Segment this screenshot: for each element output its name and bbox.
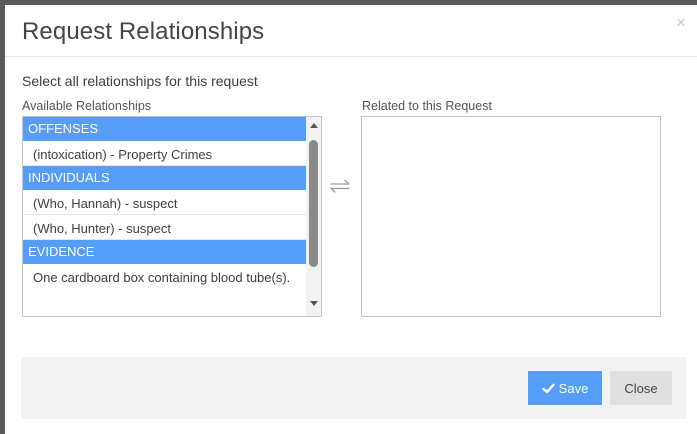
list-item[interactable]: (Who, Hunter) - suspect [23, 215, 306, 240]
left-right-arrows-icon [330, 179, 350, 193]
related-to-request-label: Related to this Request [362, 99, 492, 113]
list-item[interactable]: (Who, Hannah) - suspect [23, 190, 306, 215]
dialog-title: Request Relationships [22, 18, 265, 45]
request-relationships-dialog: Request Relationships × Select all relat… [5, 5, 697, 434]
group-header-individuals: INDIVIDUALS [23, 166, 306, 190]
scroll-up-arrow-icon[interactable] [310, 123, 318, 128]
related-to-request-list[interactable] [361, 116, 661, 317]
instruction-text: Select all relationships for this reques… [22, 73, 258, 89]
dialog-footer: Save Close [21, 357, 686, 419]
close-button[interactable]: Close [610, 371, 672, 405]
scroll-down-arrow-icon[interactable] [310, 301, 318, 306]
save-button-label: Save [558, 380, 589, 396]
group-header-offenses: OFFENSES [23, 117, 306, 141]
list-scrollbar[interactable] [306, 117, 321, 316]
checkmark-icon [541, 383, 555, 393]
group-header-evidence: EVIDENCE [23, 240, 306, 264]
available-relationships-label: Available Relationships [22, 99, 152, 113]
scrollbar-thumb[interactable] [309, 140, 318, 267]
list-item[interactable]: One cardboard box containing blood tube(… [23, 264, 306, 290]
close-x-icon[interactable]: × [676, 14, 686, 31]
save-button[interactable]: Save [528, 371, 602, 405]
available-list-content: OFFENSES (intoxication) - Property Crime… [23, 117, 306, 290]
dialog-header: Request Relationships × [5, 5, 697, 57]
available-relationships-list[interactable]: OFFENSES (intoxication) - Property Crime… [22, 116, 322, 317]
list-item[interactable]: (intoxication) - Property Crimes [23, 141, 306, 166]
